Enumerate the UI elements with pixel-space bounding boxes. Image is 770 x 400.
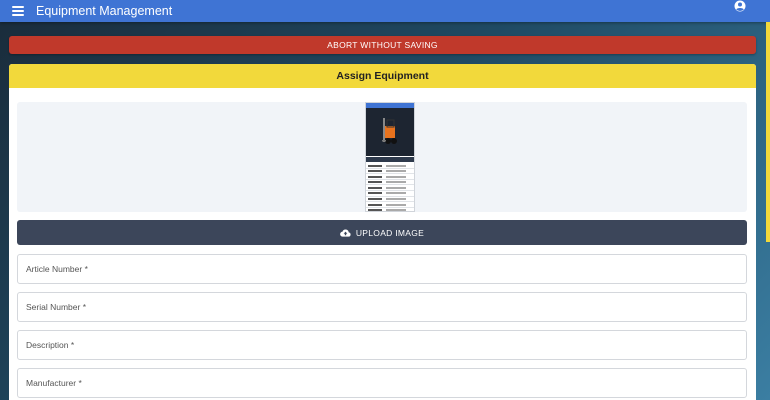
field-label: Serial Number bbox=[26, 302, 81, 312]
required-mark: * bbox=[70, 340, 75, 350]
required-mark: * bbox=[82, 302, 87, 312]
article-number-field[interactable]: Article Number * bbox=[17, 254, 747, 284]
required-mark: * bbox=[78, 378, 82, 388]
cloud-upload-icon bbox=[339, 229, 351, 237]
manufacturer-field[interactable]: Manufacturer * bbox=[17, 368, 747, 398]
equipment-image-thumbnail bbox=[365, 102, 415, 212]
upload-image-button[interactable]: UPLOAD IMAGE bbox=[17, 220, 747, 245]
field-label: Description bbox=[26, 340, 69, 350]
account-circle-icon[interactable] bbox=[734, 0, 746, 12]
scrollbar[interactable] bbox=[766, 22, 770, 242]
field-label: Article Number bbox=[26, 264, 83, 274]
serial-number-field[interactable]: Serial Number * bbox=[17, 292, 747, 322]
app-title: Equipment Management bbox=[36, 4, 173, 18]
abort-without-saving-button[interactable]: ABORT WITHOUT SAVING bbox=[9, 36, 756, 54]
required-mark: * bbox=[84, 264, 88, 274]
upload-image-label: UPLOAD IMAGE bbox=[355, 227, 425, 238]
assign-equipment-card: Assign Equipment UPLOAD IMAGE Article Nu… bbox=[9, 64, 756, 400]
hamburger-menu-icon[interactable] bbox=[12, 6, 24, 16]
field-label: Manufacturer bbox=[26, 378, 77, 388]
image-preview bbox=[17, 102, 747, 212]
forklift-icon bbox=[382, 118, 397, 144]
app-bar: Equipment Management bbox=[0, 0, 770, 22]
card-title: Assign Equipment bbox=[9, 64, 756, 88]
description-field[interactable]: Description * bbox=[17, 330, 747, 360]
